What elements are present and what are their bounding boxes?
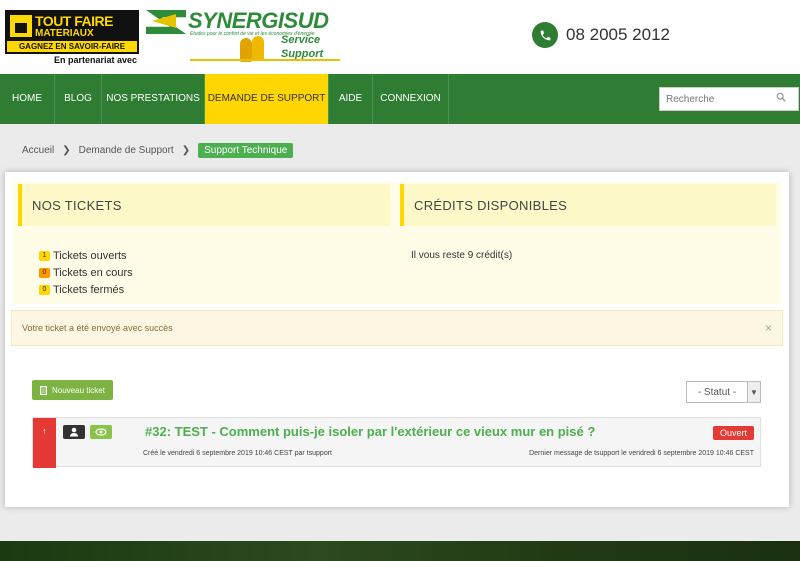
count-badge: 1 [39,251,50,261]
breadcrumb-current: Support Technique [198,142,294,158]
ticket-row[interactable]: ↑ #32: TEST - Comment puis-je isoler par… [32,417,761,468]
success-alert: Votre ticket a été envoyé avec succès × [11,310,783,346]
nav-demande-support[interactable]: DEMANDE DE SUPPORT [205,74,329,124]
user-icon[interactable] [63,425,85,439]
nav-connexion[interactable]: CONNEXION [373,74,449,124]
status-select[interactable]: - Statut - ▼ [686,381,761,403]
tickets-title: NOS TICKETS [32,198,122,213]
breadcrumb: Accueil ❯ Demande de Support ❯ Support T… [22,142,294,158]
ticket-created: Créé le vendredi 6 septembre 2019 10:46 … [143,450,332,457]
synergisud-logo[interactable]: SYNERGISUD Etudes pour le confort de vie… [146,8,341,68]
stats-box: NOS TICKETS CRÉDITS DISPONIBLES 1 Ticket… [13,182,781,304]
breadcrumb-demande-support[interactable]: Demande de Support [79,145,174,156]
nav-prestations[interactable]: NOS PRESTATIONS [102,74,205,124]
chevron-right-icon: ❯ [181,144,191,156]
status-badge: Ouvert [712,426,754,440]
chevron-right-icon: ❯ [62,144,71,156]
search-box [659,87,799,111]
phone-number: 08 2005 2012 [566,25,670,44]
footer-background [0,541,800,561]
partner-text: En partenariat avec [53,55,137,65]
nav-aide[interactable]: AIDE [329,74,373,124]
document-icon [40,385,47,395]
new-ticket-button[interactable]: Nouveau ticket [32,380,113,400]
search-icon[interactable] [776,92,786,102]
credits-title: CRÉDITS DISPONIBLES [414,198,568,213]
nav-home[interactable]: HOME [0,74,55,124]
priority-up-icon: ↑ [33,418,56,468]
search-input[interactable] [660,88,770,110]
credits-header: CRÉDITS DISPONIBLES [400,184,776,226]
ticket-last-message: Dernier message de tsupport le vendredi … [529,450,754,457]
eye-icon[interactable] [90,425,112,439]
phone-contact[interactable]: 08 2005 2012 [532,22,670,48]
tickets-closed-line[interactable]: 0 Tickets fermés [39,284,124,296]
tout-faire-logo[interactable]: TOUT FAIRE MATERIAUX GAGNEZ EN SAVOIR-FA… [5,10,139,66]
alert-message: Votre ticket a été envoyé avec succès [22,323,173,333]
nav-blog[interactable]: BLOG [55,74,102,124]
house-icon [10,15,32,37]
site-header: TOUT FAIRE MATERIAUX GAGNEZ EN SAVOIR-FA… [0,0,800,74]
chevron-down-icon: ▼ [747,382,760,402]
main-nav: HOME BLOG NOS PRESTATIONS DEMANDE DE SUP… [0,74,800,124]
breadcrumb-accueil[interactable]: Accueil [22,145,54,156]
phone-icon [532,22,558,48]
tickets-in-progress-line[interactable]: 0 Tickets en cours [39,267,133,279]
support-panel: NOS TICKETS CRÉDITS DISPONIBLES 1 Ticket… [5,172,789,507]
close-icon[interactable]: × [765,321,772,335]
tickets-header: NOS TICKETS [18,184,390,226]
count-badge: 0 [39,285,50,295]
count-badge: 0 [39,268,50,278]
tickets-open-line[interactable]: 1 Tickets ouverts [39,250,127,262]
credits-remaining: Il vous reste 9 crédit(s) [411,250,513,261]
ticket-title[interactable]: #32: TEST - Comment puis-je isoler par l… [145,424,595,439]
